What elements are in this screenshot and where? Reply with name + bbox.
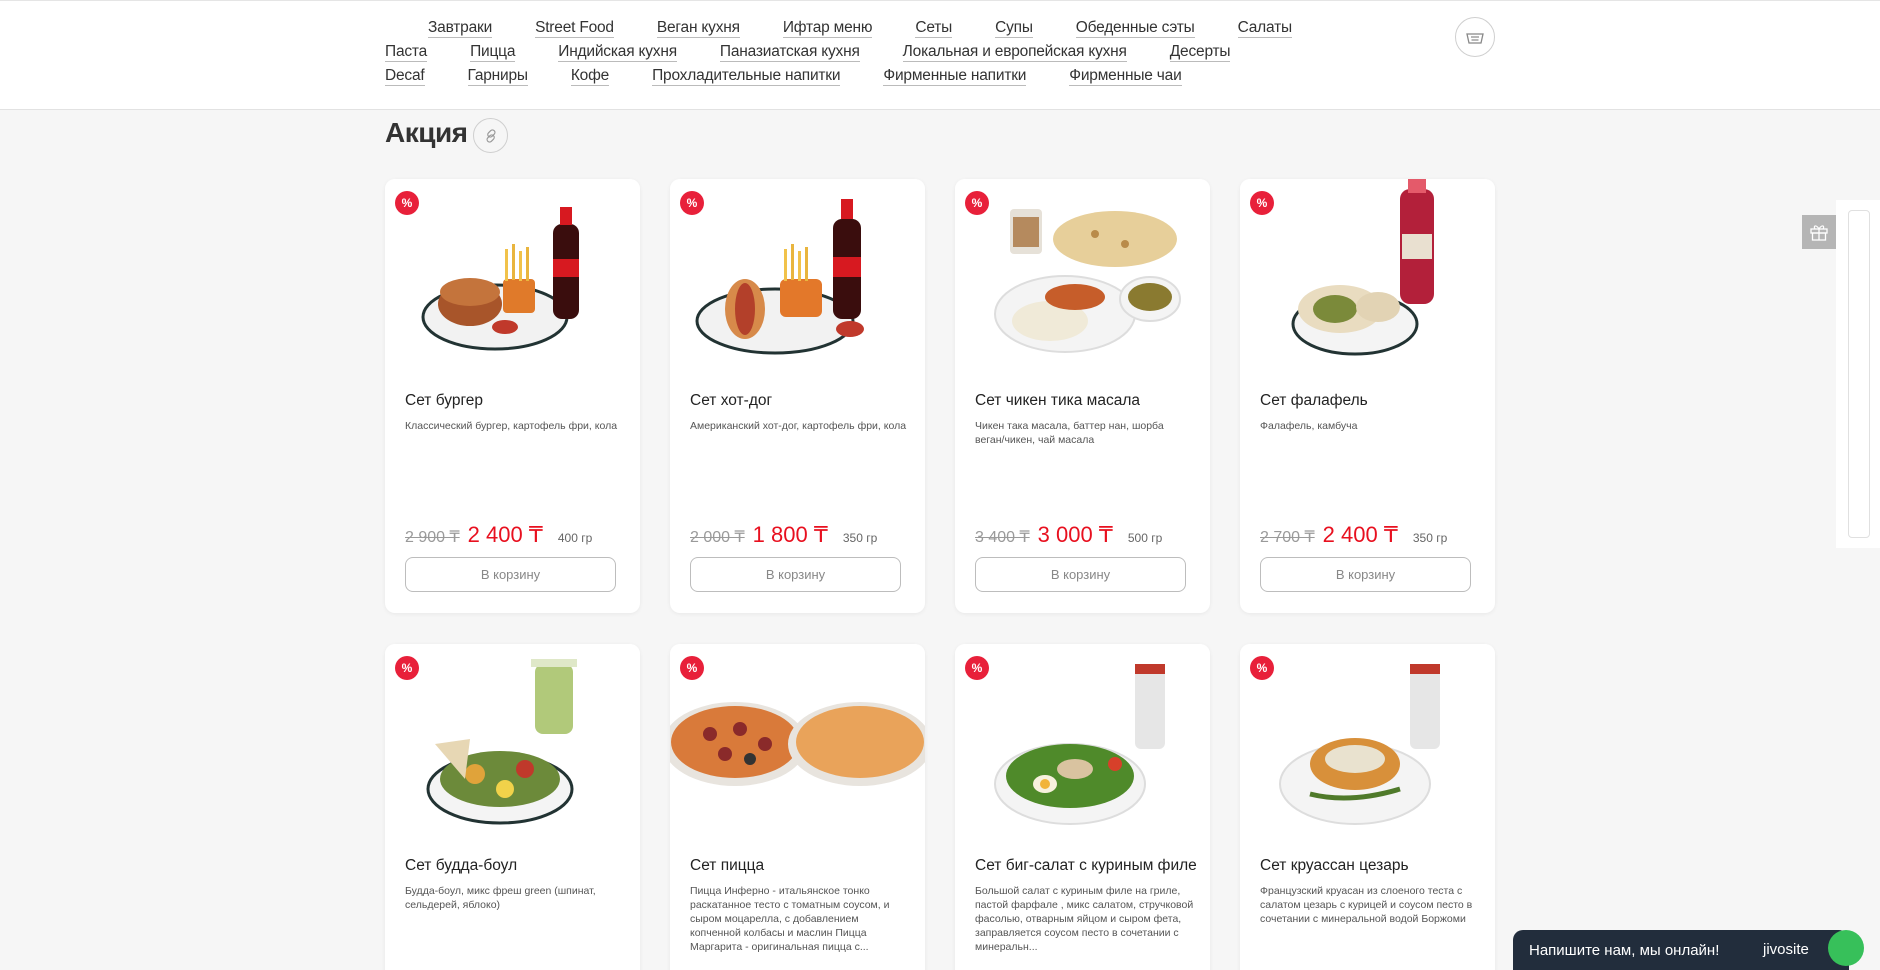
nav-link-pizza[interactable]: Пицца <box>470 43 515 62</box>
product-card[interactable]: % Сет фалафель Фалафель, камбуча 2 700 ₸… <box>1240 179 1495 613</box>
product-description: Классический бургер, картофель фри, кола <box>405 420 618 432</box>
product-name: Сет бургер <box>405 392 483 409</box>
product-description: Будда-боул, микс фреш green (шпинат, сел… <box>405 885 596 911</box>
nav-link-decaf[interactable]: Decaf <box>385 67 425 86</box>
product-image: % <box>670 179 925 377</box>
weight: 400 гр <box>557 531 593 545</box>
gift-button[interactable] <box>1802 215 1836 249</box>
price-row: 2 000 ₸ 1 800 ₸ 350 гр <box>690 522 877 548</box>
product-card[interactable]: % Сет биг-салат с куриным филе Большой с… <box>955 644 1210 970</box>
side-panel <box>1836 200 1880 548</box>
nav-row-3: Decaf Гарниры Кофе Прохладительные напит… <box>385 67 1225 86</box>
nav-link-soups[interactable]: Супы <box>995 19 1033 38</box>
price-row: 2 900 ₸ 2 400 ₸ 400 гр <box>405 522 592 548</box>
link-icon <box>485 128 496 143</box>
nav-link-vegan[interactable]: Веган кухня <box>656 19 740 38</box>
product-card[interactable]: % Сет будда-боул Будда-боул, микс фреш g… <box>385 644 640 970</box>
add-to-cart-button[interactable]: В корзину <box>690 557 901 592</box>
price-row: 2 700 ₸ 2 400 ₸ 350 гр <box>1260 522 1447 548</box>
discount-badge: % <box>1250 656 1274 680</box>
nav-link-local-european[interactable]: Локальная и европейская кухня <box>902 43 1127 62</box>
product-description: Большой салат с куриным филе на гриле, п… <box>975 885 1194 953</box>
nav-link-indian[interactable]: Индийская кухня <box>558 43 677 62</box>
price: 1 800 ₸ <box>752 522 828 547</box>
nav-link-lunch-sets[interactable]: Обеденные сэты <box>1075 19 1195 38</box>
product-description: Французский круасан из слоеного теста с … <box>1260 885 1473 925</box>
product-name: Сет будда-боул <box>405 857 518 874</box>
nav-row-1: Завтраки Street Food Веган кухня Ифтар м… <box>428 19 1335 38</box>
nav-link-coffee[interactable]: Кофе <box>570 67 609 86</box>
old-price: 2 000 ₸ <box>690 529 745 546</box>
product-image: % <box>955 644 1210 842</box>
product-image: % <box>385 179 640 377</box>
product-name: Сет чикен тика масала <box>975 392 1140 409</box>
product-image: % <box>385 644 640 842</box>
weight: 500 гр <box>1127 531 1163 545</box>
discount-badge: % <box>1250 191 1274 215</box>
product-name: Сет фалафель <box>1260 392 1368 409</box>
product-image: % <box>670 644 925 842</box>
price: 2 400 ₸ <box>467 522 543 547</box>
section-title: Акция <box>385 117 468 148</box>
discount-badge: % <box>680 656 704 680</box>
product-card[interactable]: % Сет хот-дог Американский хот-дог, карт… <box>670 179 925 613</box>
product-card[interactable]: % Сет пицца Пицца Инферно - итальянское … <box>670 644 925 970</box>
product-description: Пицца Инферно - итальянское тонко раскат… <box>690 885 890 953</box>
price-row: 3 400 ₸ 3 000 ₸ 500 гр <box>975 522 1162 548</box>
chat-status-icon <box>1828 930 1864 966</box>
chat-brand-logo: jivosite <box>1763 941 1809 958</box>
top-navigation-bar: Завтраки Street Food Веган кухня Ифтар м… <box>0 0 1880 110</box>
discount-badge: % <box>965 656 989 680</box>
product-name: Сет хот-дог <box>690 392 773 409</box>
price: 2 400 ₸ <box>1322 522 1398 547</box>
nav-link-cold-drinks[interactable]: Прохладительные напитки <box>652 67 841 86</box>
discount-badge: % <box>395 656 419 680</box>
discount-badge: % <box>395 191 419 215</box>
product-description: Фалафель, камбуча <box>1260 420 1358 432</box>
chat-widget[interactable]: Напишите нам, мы онлайн! jivosite <box>1513 930 1864 970</box>
side-panel-frame <box>1848 210 1870 538</box>
nav-link-iftar[interactable]: Ифтар меню <box>782 19 873 38</box>
cart-button[interactable] <box>1455 17 1495 57</box>
product-image: % <box>1240 644 1495 842</box>
weight: 350 гр <box>1412 531 1448 545</box>
price: 3 000 ₸ <box>1037 522 1113 547</box>
nav-link-desserts[interactable]: Десерты <box>1169 43 1231 62</box>
product-image: % <box>955 179 1210 377</box>
add-to-cart-button[interactable]: В корзину <box>975 557 1186 592</box>
product-name: Сет биг-салат с куриным филе <box>975 857 1197 874</box>
product-card[interactable]: % Сет бургер Классический бургер, картоф… <box>385 179 640 613</box>
product-image: % <box>1240 179 1495 377</box>
old-price: 2 700 ₸ <box>1260 529 1315 546</box>
nav-link-signature-drinks[interactable]: Фирменные напитки <box>883 67 1026 86</box>
add-to-cart-button[interactable]: В корзину <box>1260 557 1471 592</box>
gift-icon <box>1810 225 1828 241</box>
old-price: 3 400 ₸ <box>975 529 1030 546</box>
nav-link-sets[interactable]: Сеты <box>915 19 952 38</box>
discount-badge: % <box>680 191 704 215</box>
basket-icon <box>1466 33 1484 44</box>
old-price: 2 900 ₸ <box>405 529 460 546</box>
product-card[interactable]: % Сет чикен тика масала Чикен така масал… <box>955 179 1210 613</box>
nav-link-sides[interactable]: Гарниры <box>467 67 528 86</box>
nav-link-street-food[interactable]: Street Food <box>535 19 614 38</box>
product-name: Сет пицца <box>690 857 765 874</box>
copy-link-button[interactable] <box>473 118 508 153</box>
nav-link-panasian[interactable]: Паназиатская кухня <box>719 43 860 62</box>
product-description: Американский хот-дог, картофель фри, кол… <box>690 420 907 432</box>
product-card[interactable]: % Сет круассан цезарь Французский круаса… <box>1240 644 1495 970</box>
nav-link-signature-teas[interactable]: Фирменные чаи <box>1069 67 1182 86</box>
discount-badge: % <box>965 191 989 215</box>
nav-link-pasta[interactable]: Паста <box>385 43 427 62</box>
weight: 350 гр <box>842 531 878 545</box>
nav-row-2: Паста Пицца Индийская кухня Паназиатская… <box>385 43 1273 62</box>
product-description: Чикен така масала, баттер нан, шорба вег… <box>975 420 1164 446</box>
nav-link-salads[interactable]: Салаты <box>1237 19 1292 38</box>
product-name: Сет круассан цезарь <box>1260 857 1409 874</box>
chat-text: Напишите нам, мы онлайн! <box>1529 941 1720 959</box>
nav-link-breakfast[interactable]: Завтраки <box>428 19 492 38</box>
add-to-cart-button[interactable]: В корзину <box>405 557 616 592</box>
